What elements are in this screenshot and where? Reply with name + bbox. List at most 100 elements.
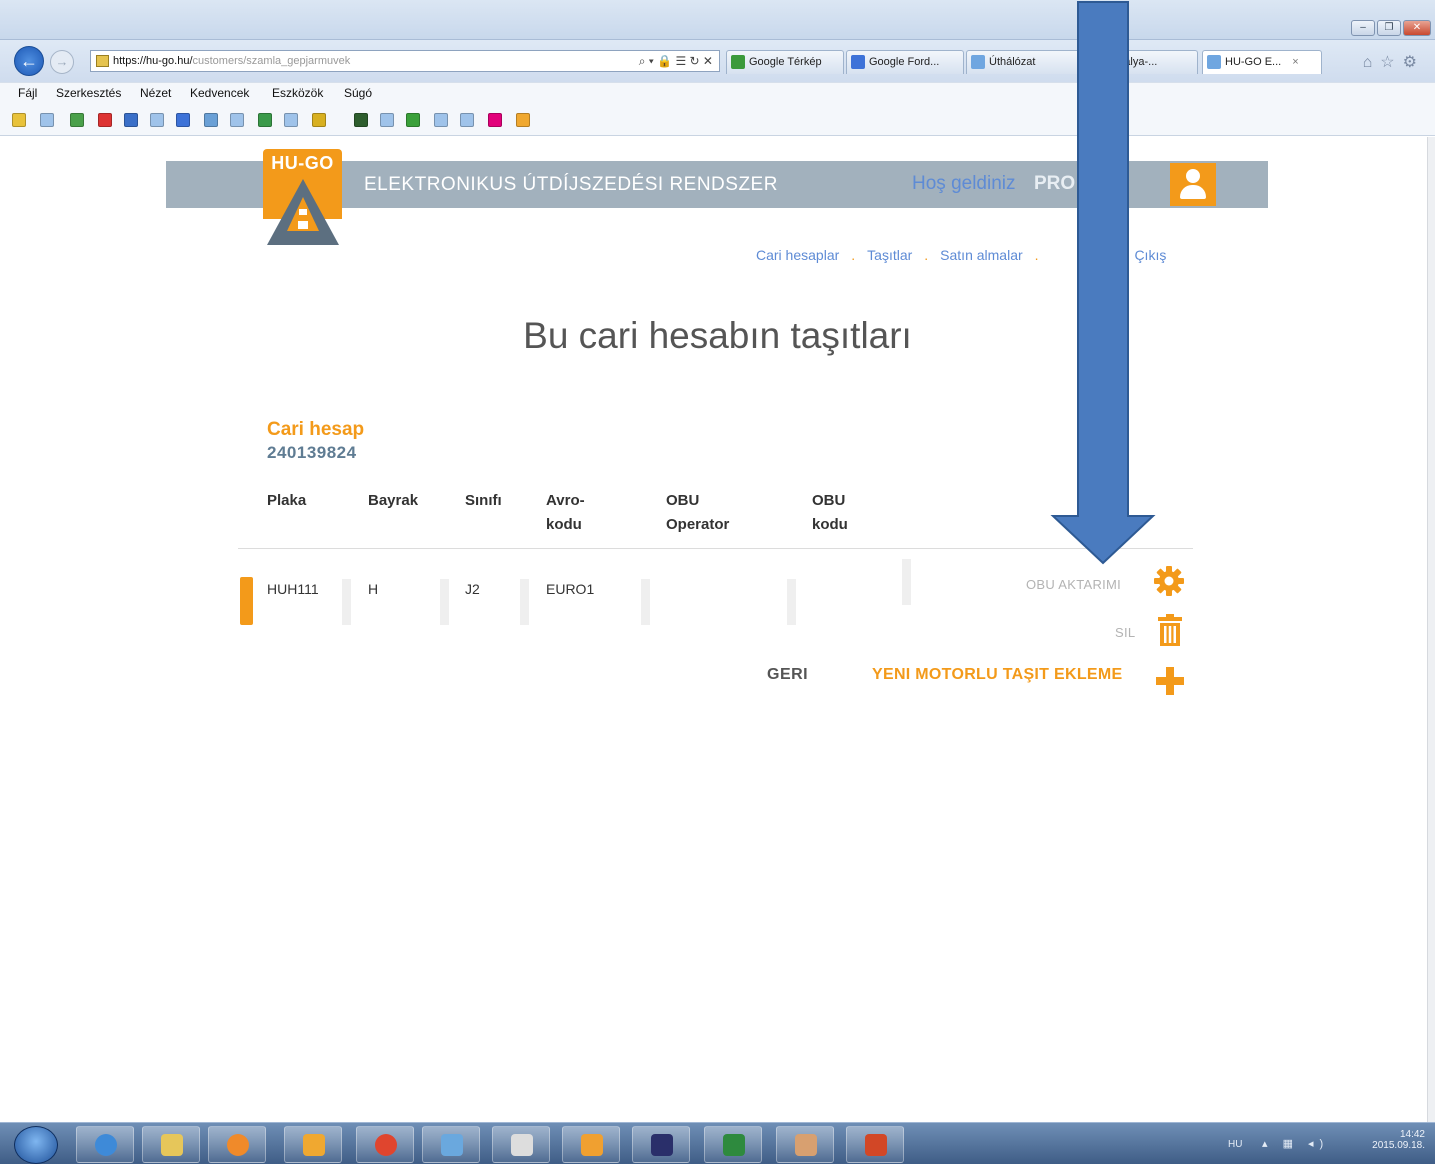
nav-link-vehicles[interactable]: Taşıtlar — [867, 247, 912, 263]
menu-tools[interactable]: Eszközök — [272, 86, 323, 100]
favorite-translate-icon[interactable] — [176, 113, 190, 127]
page-icon — [1091, 55, 1105, 69]
tab-google-maps[interactable]: Google Térkép — [726, 50, 844, 74]
folder-icon — [161, 1134, 183, 1156]
page-icon — [971, 55, 985, 69]
tab-label: Google Ford... — [869, 56, 940, 68]
taskbar-app[interactable] — [776, 1126, 834, 1163]
taskbar-app[interactable] — [492, 1126, 550, 1163]
user-profile-button[interactable] — [1170, 163, 1216, 206]
taskbar-powerpoint[interactable] — [846, 1126, 904, 1163]
back-link[interactable]: GERI — [767, 666, 808, 684]
account-number: 240139824 — [267, 443, 357, 462]
start-button[interactable] — [14, 1126, 58, 1164]
vertical-scrollbar[interactable] — [1427, 137, 1435, 1122]
favorite-page-icon[interactable] — [230, 113, 244, 127]
favorites-bar — [0, 104, 1435, 136]
language-indicator[interactable]: HU — [1228, 1139, 1242, 1150]
gear-icon[interactable] — [1154, 566, 1184, 596]
tab-motorway[interactable]: tópálya-... — [1086, 50, 1198, 74]
favorite-page-icon[interactable] — [434, 113, 448, 127]
table-divider — [238, 548, 1193, 549]
taskbar-excel[interactable] — [704, 1126, 762, 1163]
powerpoint-icon — [865, 1134, 887, 1156]
taskbar-chrome[interactable] — [356, 1126, 414, 1163]
cell-divider — [787, 579, 796, 625]
taskbar-file-explorer[interactable] — [142, 1126, 200, 1163]
taskbar-internet-explorer[interactable] — [76, 1126, 134, 1163]
tab-label: tópálya-... — [1109, 56, 1158, 68]
favorite-page-icon[interactable] — [284, 113, 298, 127]
favorite-globe-icon[interactable] — [258, 113, 272, 127]
close-icon[interactable]: ✕ — [1403, 20, 1431, 36]
address-bar[interactable]: https://hu-go.hu/customers/szamla_gepjar… — [90, 50, 720, 72]
favorite-chart-icon[interactable] — [204, 113, 218, 127]
hu-go-logo[interactable]: HU-GO — [263, 149, 342, 245]
favorite-page-icon[interactable] — [460, 113, 474, 127]
favorite-telekom-icon[interactable] — [488, 113, 502, 127]
menu-help[interactable]: Súgó — [344, 86, 372, 100]
nav-link-accounts[interactable]: Cari hesaplar — [756, 247, 839, 263]
app-icon — [441, 1134, 463, 1156]
taskbar-media-player[interactable] — [208, 1126, 266, 1163]
minimize-icon[interactable]: – — [1351, 20, 1375, 36]
favorite-bing-icon[interactable] — [312, 113, 326, 127]
menu-favorites[interactable]: Kedvencek — [190, 86, 249, 100]
cell-flag: H — [368, 581, 379, 597]
forward-button[interactable]: → — [50, 50, 74, 74]
clock[interactable]: 14:42 2015.09.18. — [1372, 1129, 1425, 1151]
favorite-globe-icon[interactable] — [70, 113, 84, 127]
logo-text: HU-GO — [271, 153, 334, 173]
nav-separator: . — [1118, 247, 1123, 263]
favorite-page-icon[interactable] — [40, 113, 54, 127]
translate-icon — [851, 55, 865, 69]
maximize-icon[interactable]: ❐ — [1377, 20, 1401, 36]
taskbar-app[interactable] — [562, 1126, 620, 1163]
cell-euro-code: EURO1 — [546, 581, 595, 597]
menu-view[interactable]: Nézet — [140, 86, 171, 100]
user-icon — [1186, 169, 1200, 183]
tab-label: Google Térkép — [749, 56, 822, 68]
clock-date: 2015.09.18. — [1372, 1140, 1425, 1151]
user-icon-body — [1180, 185, 1206, 199]
window-titlebar: – ❐ ✕ — [0, 0, 1435, 40]
taskbar-outlook[interactable] — [284, 1126, 342, 1163]
username: PRO D — [1034, 173, 1095, 194]
address-tools-icon[interactable]: ⌕ ▾ 🔒 ☰ ↻ ✕ — [639, 51, 713, 71]
tab-label: Úthálózat — [989, 56, 1036, 68]
road-icon — [267, 179, 339, 245]
top-navigation: Cari hesaplar. Taşıtlar. Satın almalar.. Çı… — [756, 247, 1166, 263]
trash-icon[interactable] — [1158, 614, 1182, 646]
back-button[interactable]: ← — [14, 46, 44, 76]
favorite-orange-icon[interactable] — [516, 113, 530, 127]
taskbar-app[interactable] — [422, 1126, 480, 1163]
plus-icon[interactable] — [1156, 667, 1184, 695]
column-header-obu-code: OBU kodu — [812, 492, 848, 533]
web-page: ELEKTRONIKUS ÚTDÍJSZEDÉSI RENDSZER Hoş g… — [0, 137, 1430, 1122]
delete-link[interactable]: SIL — [1115, 625, 1135, 640]
menu-file[interactable]: Fájl — [18, 86, 37, 100]
tab-road-network[interactable]: Úthálózat — [966, 50, 1084, 74]
favorite-grid-icon[interactable] — [354, 113, 368, 127]
obu-transfer-link[interactable]: OBU AKTARIMI — [1026, 577, 1121, 592]
favorite-red-icon[interactable] — [98, 113, 112, 127]
column-header-flag: Bayrak — [368, 492, 419, 509]
cell-divider — [520, 579, 529, 625]
tray-icons[interactable]: ▴ ▦ ◂) — [1262, 1137, 1329, 1150]
column-header-obu-operator: OBU Operator — [666, 492, 730, 533]
menu-edit[interactable]: Szerkesztés — [56, 86, 121, 100]
nav-link-logout[interactable]: Çıkış — [1134, 247, 1166, 263]
tab-google-translate[interactable]: Google Ford... — [846, 50, 964, 74]
favorite-page-icon[interactable] — [150, 113, 164, 127]
taskbar-phone[interactable] — [632, 1126, 690, 1163]
tab-close-icon[interactable]: × — [1292, 56, 1298, 68]
favorites-star-icon[interactable] — [12, 113, 26, 127]
nav-separator: . — [924, 247, 929, 263]
home-favorites-settings-icons[interactable]: ⌂☆⚙ — [1363, 52, 1425, 72]
favorite-green-icon[interactable] — [406, 113, 420, 127]
nav-link-purchases[interactable]: Satın almalar — [940, 247, 1022, 263]
add-vehicle-link[interactable]: YENI MOTORLU TAŞIT EKLEME — [872, 666, 1122, 684]
tab-hu-go[interactable]: HU-GO E... × — [1202, 50, 1322, 74]
favorite-arrow-icon[interactable] — [124, 113, 138, 127]
favorite-page-icon[interactable] — [380, 113, 394, 127]
